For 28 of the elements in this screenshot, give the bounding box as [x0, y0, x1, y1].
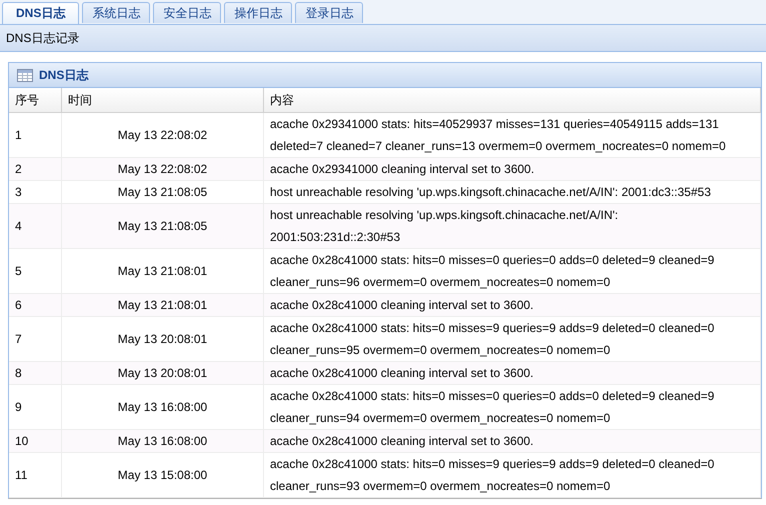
table-cell: 6 — [9, 294, 62, 316]
table-cell: May 13 22:08:02 — [62, 158, 264, 180]
table-cell: 10 — [9, 430, 62, 452]
table-cell: 4 — [9, 204, 62, 248]
table-cell: May 13 21:08:05 — [62, 204, 264, 248]
table-cell: acache 0x28c41000 cleaning interval set to 3600. — [264, 430, 760, 452]
panel-title: DNS日志 — [39, 66, 88, 84]
table-cell: acache 0x28c41000 stats: hits=0 misses=9 queries=9 adds=9 deleted=0 cleaned=0 cleaner_runs=93 overmem=0 overmem_nocreates=0 nomem=0 — [264, 452, 760, 498]
table-cell: acache 0x29341000 cleaning interval set to 3600. — [264, 158, 760, 180]
table-cell: May 13 15:08:00 — [62, 452, 264, 498]
page-subtitle: DNS日志记录 — [6, 30, 80, 46]
table-cell: acache 0x28c41000 cleaning interval set to 3600. — [264, 294, 760, 316]
tab[interactable]: 登录日志 — [295, 2, 364, 23]
tab[interactable]: DNS日志 — [2, 2, 80, 24]
table-icon — [17, 68, 33, 82]
table-cell: 8 — [9, 362, 62, 384]
column-header: 时间 — [62, 88, 264, 112]
tab[interactable]: 系统日志 — [82, 2, 150, 23]
column-header: 内容 — [264, 88, 760, 112]
tab[interactable]: 操作日志 — [224, 2, 292, 23]
table-cell: acache 0x28c41000 cleaning interval set to 3600. — [264, 362, 760, 384]
table-cell: May 13 16:08:00 — [62, 430, 264, 452]
table-cell: 2 — [9, 158, 62, 180]
table-cell: May 13 21:08:01 — [62, 294, 264, 316]
tab[interactable]: 安全日志 — [153, 2, 222, 23]
table-cell: 11 — [9, 452, 62, 498]
table-cell: May 13 20:08:01 — [62, 362, 264, 384]
column-header: 序号 — [9, 88, 62, 112]
